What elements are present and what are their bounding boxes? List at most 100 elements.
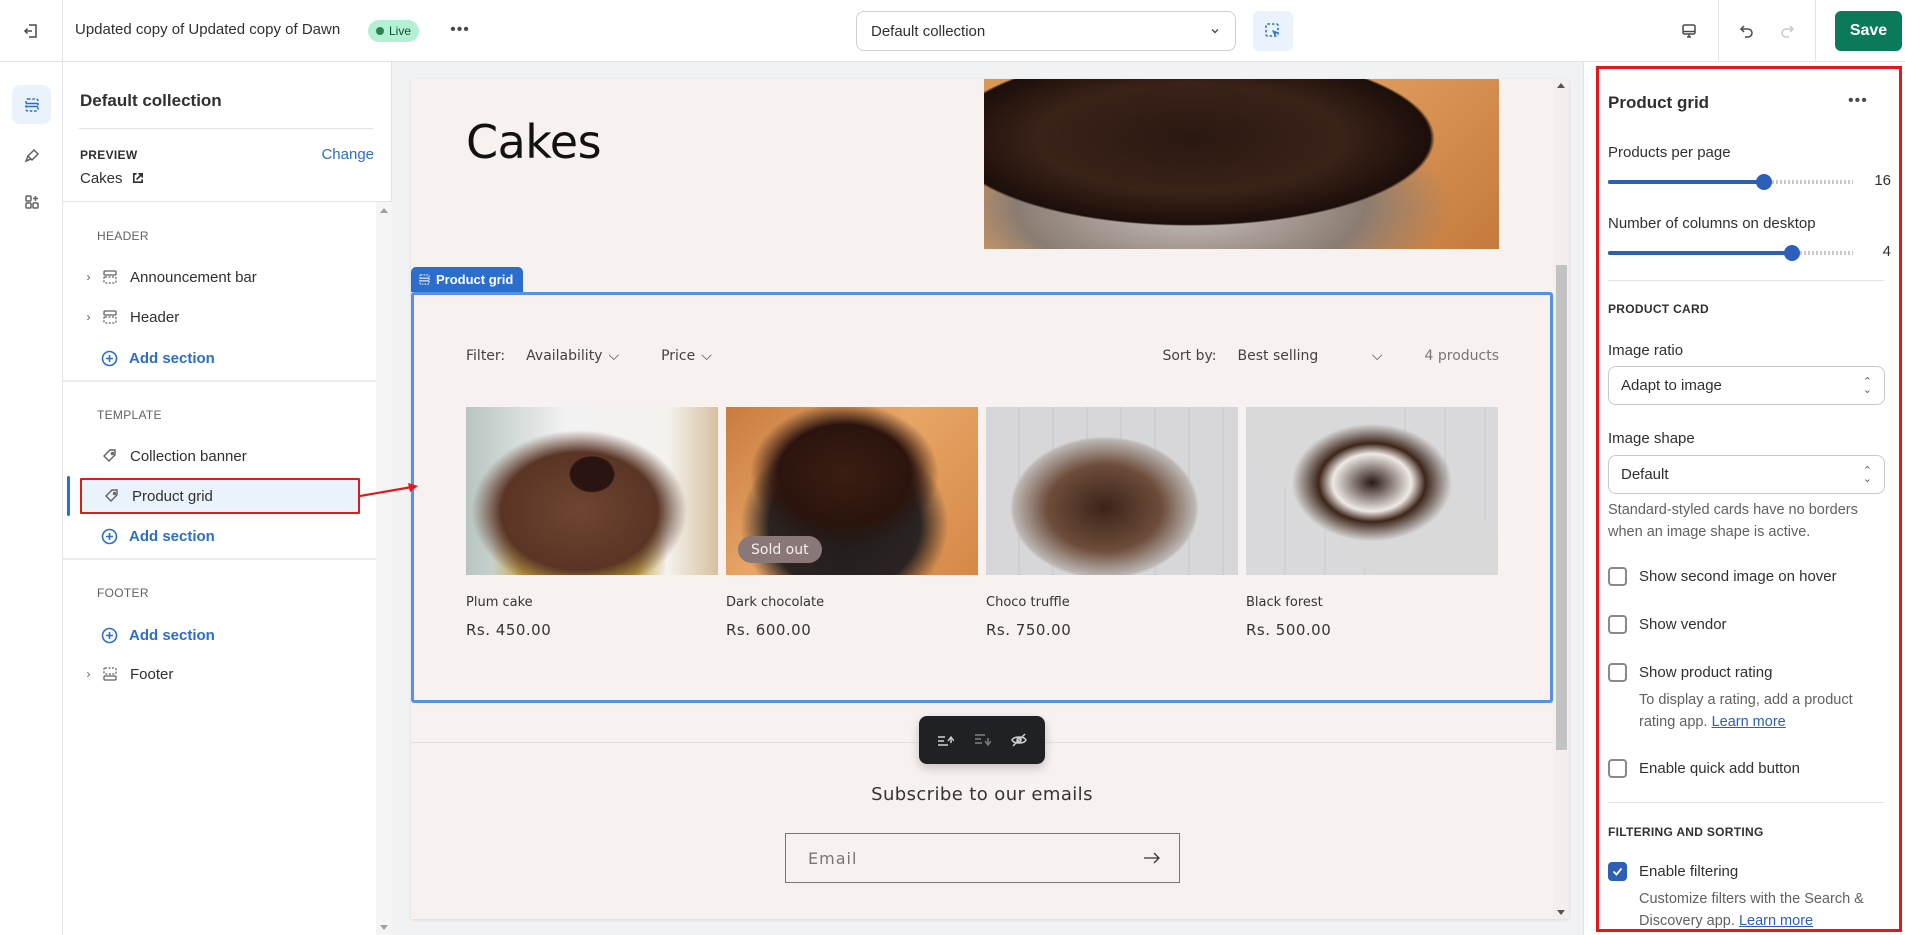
rail-app-embeds-button[interactable]: [12, 182, 51, 221]
product-card[interactable]: Plum cake Rs. 450.00: [466, 407, 718, 639]
tree-item-label: Collection banner: [130, 447, 247, 465]
section-settings-panel: Product grid ••• Products per page 16 Nu…: [1583, 62, 1905, 935]
products-per-page-slider[interactable]: [1608, 172, 1853, 192]
product-rating-help: To display a rating, add a product ratin…: [1639, 689, 1884, 733]
theme-actions-button[interactable]: •••: [448, 18, 472, 42]
product-card[interactable]: Black forest Rs. 500.00: [1246, 407, 1498, 639]
checkbox[interactable]: [1608, 615, 1627, 634]
exit-editor-button[interactable]: [18, 19, 44, 43]
chevron-down-icon: ⌵: [701, 348, 712, 364]
scroll-down-arrow[interactable]: [380, 925, 388, 930]
tree-item-footer[interactable]: › Footer: [80, 656, 357, 692]
undo-button[interactable]: [1735, 19, 1759, 43]
checkbox-checked[interactable]: [1608, 862, 1627, 881]
checkbox-enable-filtering[interactable]: Enable filtering: [1608, 862, 1738, 881]
exit-icon: [23, 24, 37, 38]
chevron-down-icon: ⌵: [608, 348, 620, 364]
rail-sections-button[interactable]: [12, 85, 51, 124]
collection-banner-image: [984, 79, 1499, 249]
arrow-right-icon[interactable]: [1143, 852, 1161, 864]
move-up-button[interactable]: [932, 727, 958, 753]
filter-price[interactable]: Price ⌵: [661, 348, 712, 364]
filter-availability[interactable]: Availability ⌵: [526, 348, 619, 364]
product-name[interactable]: Black forest: [1246, 595, 1498, 610]
scroll-up-arrow[interactable]: [1557, 83, 1565, 88]
checkmark-icon: [1612, 867, 1623, 876]
section-label-tab[interactable]: Product grid: [411, 267, 524, 292]
settings-title: Product grid: [1608, 93, 1710, 112]
add-section-label: Add section: [129, 349, 215, 367]
image-shape-select[interactable]: Default ⌃ ⌄: [1608, 455, 1885, 494]
add-section-footer-button[interactable]: Add section: [101, 620, 215, 650]
products-per-page-value: 16: [1874, 172, 1891, 189]
add-section-template-button[interactable]: Add section: [101, 521, 215, 551]
product-price: Rs. 750.00: [986, 621, 1072, 639]
tree-item-collection-banner[interactable]: Collection banner: [80, 438, 357, 474]
scrollbar[interactable]: [376, 202, 392, 935]
section-tab-label: Product grid: [436, 272, 514, 287]
checkbox-quick-add[interactable]: Enable quick add button: [1608, 759, 1800, 778]
product-name[interactable]: Choco truffle: [986, 595, 1238, 610]
plus-circle-icon: [101, 528, 118, 544]
change-preview-link[interactable]: Change: [321, 146, 374, 163]
product-card[interactable]: Sold out Dark chocolate Rs. 600.00: [726, 407, 978, 639]
desktop-view-button[interactable]: [1676, 19, 1702, 43]
filter-availability-label: Availability: [526, 348, 603, 364]
group-label-footer: FOOTER: [97, 586, 149, 600]
preview-collection-link[interactable]: Cakes: [80, 170, 144, 187]
checkbox[interactable]: [1608, 759, 1627, 778]
annotation-arrow: [360, 483, 418, 498]
slider-thumb[interactable]: [1784, 245, 1800, 261]
checkbox[interactable]: [1608, 567, 1627, 586]
sort-select[interactable]: Best selling ⌵: [1238, 348, 1383, 364]
learn-more-link[interactable]: Learn more: [1712, 714, 1786, 730]
redo-button[interactable]: [1775, 19, 1799, 43]
move-down-button[interactable]: [969, 727, 995, 753]
product-image[interactable]: [466, 407, 718, 575]
chevron-right-icon[interactable]: ›: [80, 310, 97, 324]
checkbox-show-vendor[interactable]: Show vendor: [1608, 615, 1727, 634]
divider: [63, 558, 376, 560]
app-embeds-icon: [24, 194, 39, 209]
plus-circle-icon: [101, 627, 118, 643]
tree-item-header[interactable]: › Header: [80, 299, 357, 335]
learn-more-link[interactable]: Learn more: [1739, 913, 1813, 929]
add-section-header-button[interactable]: Add section: [101, 343, 215, 373]
scrollbar-thumb[interactable]: [1556, 265, 1567, 750]
slider-thumb[interactable]: [1756, 174, 1772, 190]
chevron-down-icon: [1211, 29, 1219, 34]
columns-desktop-slider[interactable]: [1608, 243, 1853, 263]
save-button[interactable]: Save: [1835, 11, 1902, 51]
slider-fill: [1608, 180, 1764, 184]
storefront-preview: Cakes Product grid Filter: Availability ⌵…: [411, 79, 1569, 919]
product-image[interactable]: [986, 407, 1238, 575]
checkbox-show-product-rating[interactable]: Show product rating: [1608, 663, 1772, 682]
checkbox-label: Enable filtering: [1639, 863, 1739, 880]
chevron-right-icon[interactable]: ›: [80, 270, 97, 284]
checkbox-second-image-hover[interactable]: Show second image on hover: [1608, 567, 1837, 586]
tree-item-product-grid[interactable]: Product grid: [80, 478, 360, 514]
product-image[interactable]: Sold out: [726, 407, 978, 575]
template-selector[interactable]: Default collection: [856, 11, 1236, 51]
product-name[interactable]: Plum cake: [466, 595, 718, 610]
image-ratio-select[interactable]: Adapt to image ⌃ ⌄: [1608, 366, 1885, 405]
preview-scrollbar[interactable]: [1553, 79, 1569, 919]
product-grid: Plum cake Rs. 450.00 Sold out Dark choco…: [466, 407, 1499, 639]
product-image[interactable]: [1246, 407, 1498, 575]
newsletter-email-input[interactable]: Email: [785, 833, 1180, 883]
section-actions-button[interactable]: •••: [1848, 92, 1868, 110]
facets-bar: Filter: Availability ⌵ Price ⌵ Sort by: Be…: [466, 348, 1499, 364]
scroll-down-arrow[interactable]: [1557, 910, 1565, 915]
checkbox[interactable]: [1608, 663, 1627, 682]
hide-section-button[interactable]: [1006, 727, 1032, 753]
rail-theme-settings-button[interactable]: [12, 136, 51, 175]
image-shape-value: Default: [1621, 466, 1669, 483]
scroll-up-arrow[interactable]: [380, 208, 388, 213]
chevron-right-icon[interactable]: ›: [80, 667, 97, 681]
product-card[interactable]: Choco truffle Rs. 750.00: [986, 407, 1238, 639]
inspector-toggle-button[interactable]: [1253, 11, 1293, 51]
image-shape-label: Image shape: [1608, 430, 1695, 447]
tree-item-announcement-bar[interactable]: › Announcement bar: [80, 259, 357, 295]
product-name[interactable]: Dark chocolate: [726, 595, 978, 610]
image-shape-help: Standard-styled cards have no borders wh…: [1608, 502, 1858, 540]
